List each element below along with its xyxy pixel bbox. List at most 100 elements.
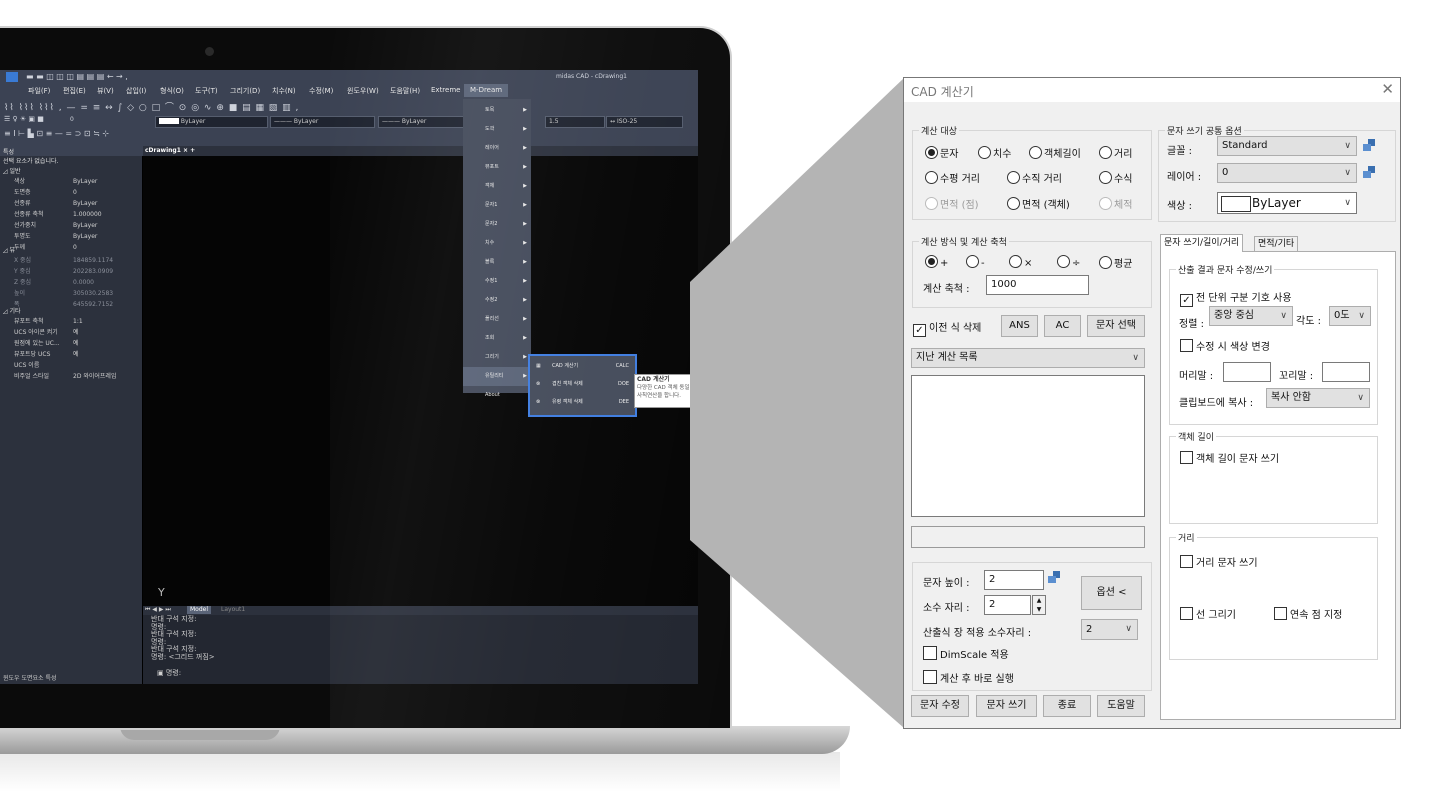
menu-view[interactable]: 뷰(V) [97, 86, 114, 96]
continuous-point-checkbox[interactable]: 연속 점 지정 [1274, 606, 1342, 621]
m-dream-menu-item[interactable]: 문자1 ▶ [463, 196, 531, 215]
m-dream-menu-item[interactable]: 수정1 ▶ [463, 272, 531, 291]
color-change-checkbox[interactable]: 수정 시 색상 변경 [1180, 338, 1270, 353]
menu-extreme[interactable]: Extreme [431, 86, 460, 94]
menu-window[interactable]: 윈도우(W) [347, 86, 379, 96]
expression-input[interactable] [911, 526, 1145, 548]
menu-edit[interactable]: 편집(E) [63, 86, 86, 96]
clipboard-dropdown[interactable]: 복사 안함 ∨ [1266, 388, 1370, 408]
property-row[interactable]: Y 중심 202283.0909 [0, 267, 142, 277]
pick-layer-icon[interactable] [1362, 165, 1376, 179]
property-row[interactable]: X 중심 184859.1174 [0, 256, 142, 266]
property-row[interactable]: 비주얼 스타일 2D 와이어프레임 [0, 372, 142, 382]
decimal-input[interactable]: 2 [984, 595, 1031, 615]
layout-nav-icons[interactable]: ⏮ ◀ ▶ ⏭ [145, 606, 171, 614]
calc-target-radio[interactable]: 수평 거리 [925, 170, 980, 185]
font-dropdown[interactable]: Standard ∨ [1217, 136, 1357, 156]
ac-button[interactable]: AC [1044, 315, 1081, 337]
menu-tools[interactable]: 도구(T) [195, 86, 218, 96]
draw-line-checkbox[interactable]: 선 그리기 [1180, 606, 1236, 621]
draw-toolbar[interactable]: ⌇⌇ ⌇⌇⌇ ⌇⌇⌇ , — = ≡ ↔ ∫ ◇ ○ □ ⌒ ⊙ ◎ ∿ ⊕ ■… [0, 100, 698, 114]
utility-submenu-item[interactable]: ⊗ 겹친 객체 삭제 DOE [530, 375, 635, 393]
m-dream-menu-item[interactable]: 폴리선 ▶ [463, 310, 531, 329]
command-prompt[interactable]: ▣ 명령: [157, 669, 181, 678]
m-dream-menu-item[interactable]: 객체 ▶ [463, 177, 531, 196]
property-row[interactable]: 선가중치 ByLayer [0, 221, 142, 231]
menu-m-dream[interactable]: M-Dream [464, 84, 509, 97]
formula-decimal-dropdown[interactable]: 2 ∨ [1081, 619, 1138, 640]
m-dream-menu-item[interactable]: About [463, 386, 531, 405]
section-general[interactable]: ◿ 일반 [3, 167, 21, 177]
property-row[interactable]: UCS 이름 [0, 361, 142, 371]
misc-toolbar-icons[interactable]: ≡ I ⊢ ▙ ⊡ ≡ — = ⊃ ⊡ ≒ ⊹ [4, 129, 109, 138]
property-row[interactable]: 뷰포트 축척 1:1 [0, 317, 142, 327]
color-dropdown-dialog[interactable]: ByLayer ∨ [1217, 192, 1357, 214]
close-icon[interactable]: ✕ [1381, 80, 1394, 98]
tab-area-misc[interactable]: 면적/기타 [1254, 236, 1299, 252]
calc-target-radio[interactable]: 치수 [978, 145, 1011, 160]
angle-dropdown[interactable]: 0도 ∨ [1329, 306, 1371, 326]
property-row[interactable]: 높이 305030.2583 [0, 289, 142, 299]
menu-insert[interactable]: 삽입(I) [126, 86, 146, 96]
menu-help[interactable]: 도움말(H) [390, 86, 420, 96]
property-row[interactable]: 뷰포트당 UCS 예 [0, 350, 142, 360]
m-dream-menu-item[interactable]: 토목 ▶ [463, 101, 531, 120]
menu-modify[interactable]: 수정(M) [309, 86, 333, 96]
scale-input[interactable]: 1000 [986, 275, 1089, 295]
utility-submenu-item[interactable]: ⊗ 유령 객체 삭제 DEE [530, 393, 635, 411]
dimstyle-dropdown[interactable]: ↔ ISO-25 [606, 116, 683, 128]
menu-draw[interactable]: 그리기(D) [230, 86, 260, 96]
property-row[interactable]: 도면층 0 [0, 188, 142, 198]
property-row[interactable]: 색상 ByLayer [0, 177, 142, 187]
property-row[interactable]: 선종류 ByLayer [0, 199, 142, 209]
property-row[interactable]: 투명도 ByLayer [0, 232, 142, 242]
menu-file[interactable]: 파일(F) [28, 86, 50, 96]
help-button[interactable]: 도움말 [1097, 695, 1145, 717]
tab-model[interactable]: Model [187, 606, 212, 614]
calc-target-radio[interactable]: 수직 거리 [1007, 170, 1062, 185]
pick-font-icon[interactable] [1362, 138, 1376, 152]
calc-target-radio[interactable]: 문자 [925, 145, 958, 160]
dimscale-checkbox[interactable]: DimScale 적용 [923, 646, 1009, 661]
m-dream-menu-item[interactable]: 블록 ▶ [463, 253, 531, 272]
prev-delete-checkbox[interactable]: ✓ 이전 식 삭제 [913, 319, 981, 337]
m-dream-menu-item[interactable]: 뷰포트 ▶ [463, 158, 531, 177]
unit-symbol-checkbox[interactable]: ✓ 전 단위 구분 기호 사용 [1180, 289, 1292, 307]
calc-op-radio[interactable]: ÷ [1057, 255, 1080, 269]
m-dream-menu-item[interactable]: 레이어 ▶ [463, 139, 531, 158]
tab-text-length-distance[interactable]: 문자 쓰기/길이/거리 [1160, 234, 1244, 252]
doc-tab-cdrawing1[interactable]: cDrawing1 × + [145, 147, 195, 154]
run-after-checkbox[interactable]: 계산 후 바로 실행 [923, 670, 1014, 685]
write-text-button[interactable]: 문자 쓰기 [976, 695, 1037, 717]
linetype-dropdown[interactable]: ——— ByLayer [270, 116, 375, 128]
calc-target-radio[interactable]: 거리 [1099, 145, 1132, 160]
calc-target-radio[interactable]: 객체길이 [1029, 145, 1081, 160]
property-row[interactable]: Z 중심 0.0000 [0, 278, 142, 288]
layer-dropdown[interactable]: 0 ∨ [1217, 163, 1357, 183]
selection-row[interactable]: 선택 요소가 없습니다. [0, 157, 142, 167]
calc-target-radio[interactable]: 면적 (객체) [1007, 196, 1070, 211]
m-dream-menu-item[interactable]: 조회 ▶ [463, 329, 531, 348]
property-row[interactable]: 원점에 있는 UC... 예 [0, 339, 142, 349]
toolbar-icons-row1[interactable]: ⌇⌇ ⌇⌇⌇ ⌇⌇⌇ , — = ≡ ↔ ∫ ◇ ○ □ ⌒ ⊙ ◎ ∿ ⊕ ■… [4, 100, 299, 113]
distance-write-checkbox[interactable]: 거리 문자 쓰기 [1180, 554, 1258, 569]
align-dropdown[interactable]: 중앙 중심 ∨ [1209, 306, 1293, 326]
exit-button[interactable]: 종료 [1043, 695, 1091, 717]
panel-status-tabs[interactable]: 윈도우 도면요소 특성 [0, 674, 142, 684]
scale-dropdown[interactable]: 1.5 [545, 116, 605, 128]
section-misc[interactable]: ◿ 기타 [3, 307, 21, 317]
m-dream-menu-item[interactable]: 도곽 ▶ [463, 120, 531, 139]
m-dream-menu-item[interactable]: 그리기 ▶ [463, 348, 531, 367]
m-dream-menu-item[interactable]: 문자2 ▶ [463, 215, 531, 234]
property-row[interactable]: UCS 아이콘 켜기 예 [0, 328, 142, 338]
menu-dimension[interactable]: 치수(N) [272, 86, 296, 96]
calc-op-radio[interactable]: 평균 [1099, 255, 1132, 270]
color-dropdown[interactable]: ByLayer [155, 116, 268, 128]
calc-op-radio[interactable]: + [925, 255, 948, 269]
select-text-button[interactable]: 문자 선택 [1087, 315, 1145, 337]
calc-target-radio[interactable]: 수식 [1099, 170, 1132, 185]
history-dropdown[interactable]: 지난 계산 목록 ∨ [911, 348, 1145, 368]
m-dream-menu-item[interactable]: 수정2 ▶ [463, 291, 531, 310]
suffix-input[interactable] [1322, 362, 1370, 382]
edit-text-button[interactable]: 문자 수정 [911, 695, 969, 717]
